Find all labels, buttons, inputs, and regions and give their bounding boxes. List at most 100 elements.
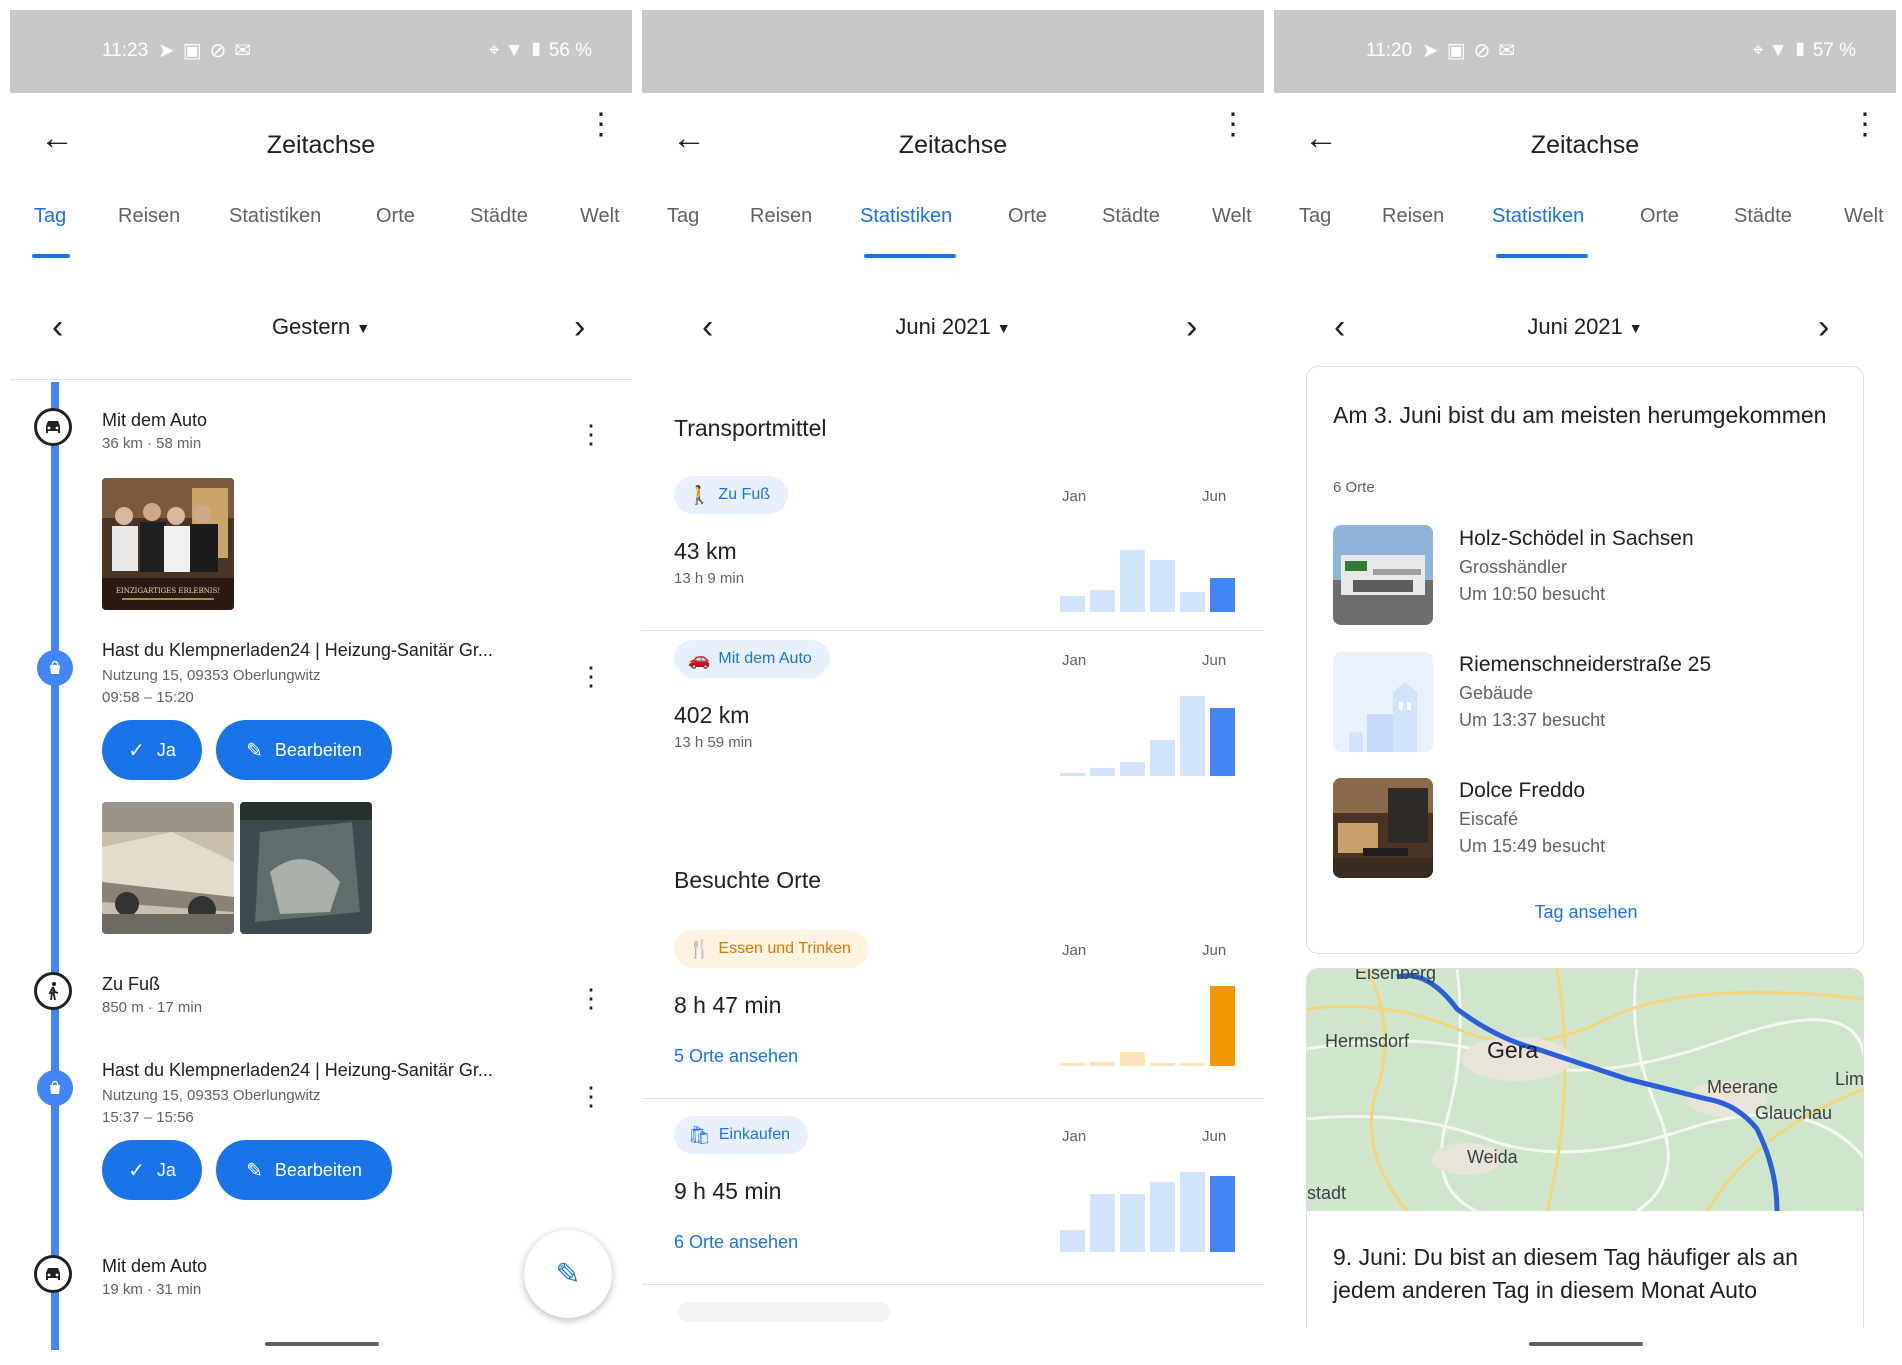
battery-icon: ▮ bbox=[1792, 40, 1808, 61]
entry-title[interactable]: Hast du Klempnerladen24 | Heizung-Sanitä… bbox=[102, 1060, 493, 1081]
shopping-chart bbox=[1060, 1162, 1235, 1252]
route-map[interactable] bbox=[1307, 969, 1864, 1211]
chip-car[interactable]: 🚗 Mit dem Auto bbox=[674, 640, 830, 678]
entry-more-icon[interactable]: ⋮ bbox=[578, 663, 604, 689]
tab-staedte[interactable]: Städte bbox=[1102, 205, 1160, 228]
place-thumbnail[interactable] bbox=[1333, 525, 1433, 625]
status-bar: 11:20 ➤▣⊘✉ ⌖ ▼ ▮ 57 % bbox=[1274, 10, 1896, 93]
statistics-highlights-screen: 11:20 ➤▣⊘✉ ⌖ ▼ ▮ 57 % ← Zeitachse ⋮ Tag … bbox=[1274, 10, 1896, 1350]
entry-more-icon[interactable]: ⋮ bbox=[578, 985, 604, 1011]
view-places-link[interactable]: 5 Orte ansehen bbox=[674, 1046, 798, 1067]
entry-address: Nutzung 15, 09353 Oberlungwitz bbox=[102, 1087, 321, 1104]
home-indicator[interactable] bbox=[1529, 1342, 1643, 1346]
tab-orte[interactable]: Orte bbox=[376, 205, 415, 228]
tab-reisen[interactable]: Reisen bbox=[118, 205, 180, 228]
next-chip-placeholder bbox=[678, 1302, 890, 1322]
tab-orte[interactable]: Orte bbox=[1008, 205, 1047, 228]
tab-statistiken[interactable]: Statistiken bbox=[1492, 205, 1584, 228]
page-title: Zeitachse bbox=[898, 131, 1008, 159]
stat-value: 402 km bbox=[674, 702, 750, 728]
entry-distance-duration: 19 km · 31 min bbox=[102, 1281, 202, 1298]
divider bbox=[642, 1098, 1264, 1099]
button-label: Ja bbox=[156, 1159, 176, 1180]
month-dropdown[interactable]: Juni 2021 ▼ bbox=[1274, 314, 1896, 340]
button-label: Ja bbox=[156, 739, 176, 760]
tab-orte[interactable]: Orte bbox=[1640, 205, 1679, 228]
place-name[interactable]: Holz-Schödel in Sachsen bbox=[1459, 527, 1694, 551]
tab-staedte[interactable]: Städte bbox=[1734, 205, 1792, 228]
photo-thumbnail[interactable]: EINZIGARTIGES ERLEBNIS! bbox=[102, 478, 234, 610]
home-indicator[interactable] bbox=[265, 1342, 379, 1346]
more-options-icon[interactable]: ⋮ bbox=[1218, 110, 1248, 140]
transport-section-title: Transportmittel bbox=[674, 415, 827, 441]
battery-icon: ▮ bbox=[528, 40, 544, 61]
active-tab-indicator bbox=[864, 254, 956, 258]
page-title: Zeitachse bbox=[266, 131, 376, 159]
chart-bar bbox=[1150, 560, 1175, 612]
axis-start-label: Jan bbox=[1062, 488, 1087, 505]
month-dropdown[interactable]: Juni 2021 ▼ bbox=[642, 314, 1264, 340]
entry-title[interactable]: Hast du Klempnerladen24 | Heizung-Sanitä… bbox=[102, 640, 493, 661]
page-title: Zeitachse bbox=[1530, 131, 1640, 159]
chart-bar bbox=[1120, 1194, 1145, 1252]
entry-title[interactable]: Mit dem Auto bbox=[102, 410, 207, 431]
chip-shopping[interactable]: 🛍 Einkaufen bbox=[674, 1116, 809, 1154]
entry-title[interactable]: Zu Fuß bbox=[102, 974, 160, 995]
edit-button[interactable]: ✎ Bearbeiten bbox=[216, 1140, 392, 1200]
place-thumbnail[interactable] bbox=[1333, 778, 1433, 878]
tab-welt[interactable]: Welt bbox=[1844, 205, 1884, 228]
next-day-icon[interactable]: › bbox=[574, 310, 585, 344]
photo-thumbnail[interactable] bbox=[102, 802, 234, 934]
status-right: ⌖ ▼ ▮ 56 % bbox=[489, 40, 592, 62]
more-options-icon[interactable]: ⋮ bbox=[586, 110, 616, 140]
place-visit-time: Um 15:49 besucht bbox=[1459, 836, 1606, 856]
chip-walking[interactable]: 🚶 Zu Fuß bbox=[674, 476, 788, 514]
photo-thumbnail[interactable] bbox=[240, 802, 372, 934]
date-dropdown[interactable]: Gestern ▼ bbox=[10, 314, 632, 340]
tab-tag[interactable]: Tag bbox=[667, 205, 699, 228]
chip-food-drink[interactable]: 🍴 Essen und Trinken bbox=[674, 930, 869, 968]
edit-fab[interactable]: ✎ bbox=[524, 1230, 612, 1318]
tab-tag[interactable]: Tag bbox=[1299, 205, 1331, 228]
chip-label: Zu Fuß bbox=[718, 486, 770, 503]
entry-more-icon[interactable]: ⋮ bbox=[578, 421, 604, 447]
more-options-icon[interactable]: ⋮ bbox=[1850, 110, 1880, 140]
shopping-bag-icon bbox=[37, 650, 73, 686]
view-day-link[interactable]: Tag ansehen bbox=[1307, 902, 1865, 923]
tab-reisen[interactable]: Reisen bbox=[750, 205, 812, 228]
entry-title[interactable]: Mit dem Auto bbox=[102, 1256, 207, 1277]
button-label: Bearbeiten bbox=[274, 1159, 362, 1180]
chart-bar bbox=[1120, 762, 1145, 776]
chart-bar bbox=[1180, 1172, 1205, 1252]
tab-welt[interactable]: Welt bbox=[1212, 205, 1252, 228]
next-month-icon[interactable]: › bbox=[1818, 310, 1829, 344]
stat-value: 43 km bbox=[674, 538, 737, 564]
tab-tag[interactable]: Tag bbox=[34, 205, 66, 228]
walking-chart bbox=[1060, 522, 1235, 612]
food-drink-chart bbox=[1060, 976, 1235, 1066]
map-label: Eisenberg bbox=[1355, 968, 1437, 983]
car-icon bbox=[34, 1255, 72, 1293]
confirm-yes-button[interactable]: ✓ Ja bbox=[102, 720, 202, 780]
check-icon: ✓ bbox=[128, 1159, 145, 1182]
pencil-icon: ✎ bbox=[246, 1159, 263, 1182]
tab-bar: Tag Reisen Statistiken Orte Städte Welt bbox=[10, 205, 632, 265]
chart-bar bbox=[1210, 986, 1235, 1066]
place-name[interactable]: Riemenschneiderstraße 25 bbox=[1459, 653, 1711, 677]
place-name[interactable]: Dolce Freddo bbox=[1459, 779, 1585, 803]
tab-statistiken[interactable]: Statistiken bbox=[860, 205, 952, 228]
view-places-link[interactable]: 6 Orte ansehen bbox=[674, 1232, 798, 1253]
card-title: Am 3. Juni bist du am meisten herumgekom… bbox=[1333, 402, 1827, 428]
tab-statistiken[interactable]: Statistiken bbox=[229, 205, 321, 228]
entry-more-icon[interactable]: ⋮ bbox=[578, 1083, 604, 1109]
next-month-icon[interactable]: › bbox=[1186, 310, 1197, 344]
tab-staedte[interactable]: Städte bbox=[470, 205, 528, 228]
axis-end-label: Jun bbox=[1202, 942, 1227, 959]
status-right: ⌖ ▼ ▮ 57 % bbox=[1753, 40, 1856, 62]
edit-button[interactable]: ✎ Bearbeiten bbox=[216, 720, 392, 780]
tab-welt[interactable]: Welt bbox=[580, 205, 620, 228]
confirm-yes-button[interactable]: ✓ Ja bbox=[102, 1140, 202, 1200]
car-icon bbox=[34, 408, 72, 446]
tab-reisen[interactable]: Reisen bbox=[1382, 205, 1444, 228]
place-thumbnail[interactable] bbox=[1333, 652, 1433, 752]
